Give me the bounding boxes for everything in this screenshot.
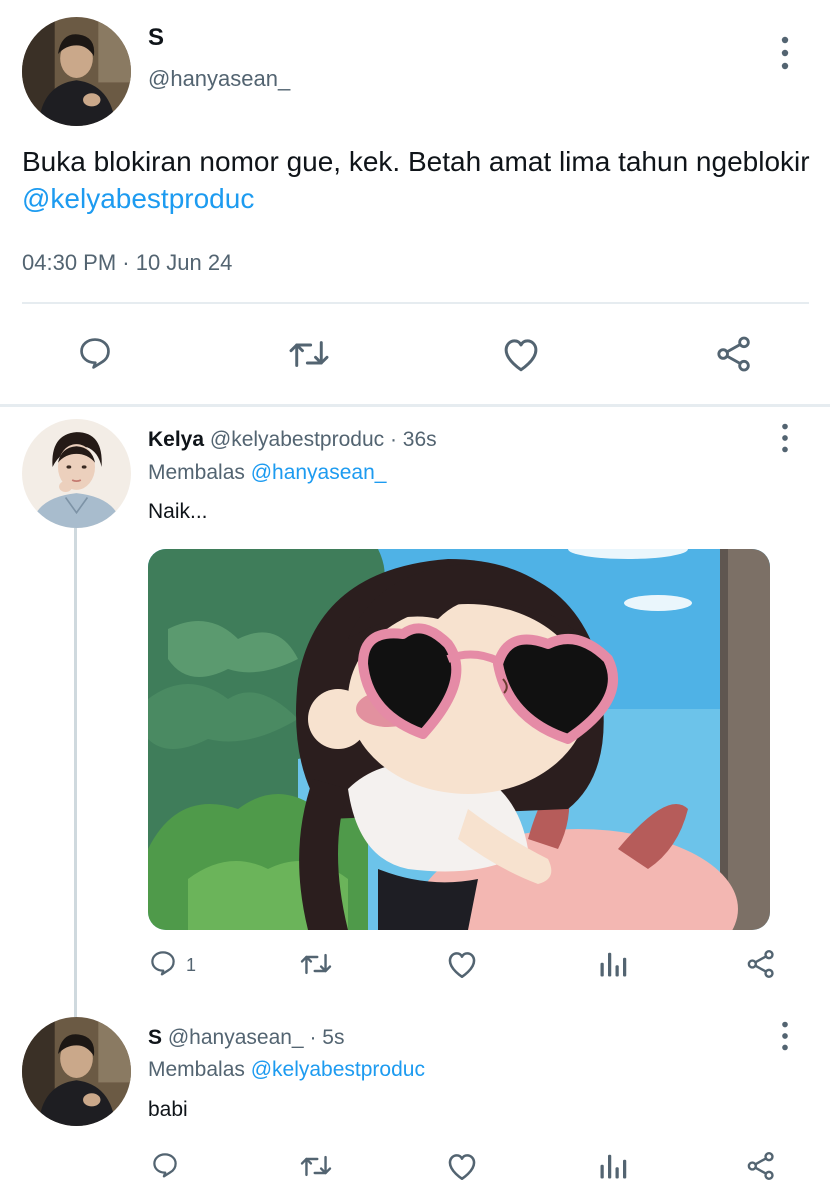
share-icon[interactable] xyxy=(714,334,754,374)
thread-connector-line xyxy=(74,527,77,1017)
reply-media-image[interactable] xyxy=(148,549,770,930)
speech-bubble-icon[interactable] xyxy=(150,1150,180,1180)
avatar-s[interactable] xyxy=(22,1017,131,1126)
main-handle[interactable]: @hanyasean_ xyxy=(148,66,290,92)
reply-display-name[interactable]: Kelya xyxy=(148,428,204,451)
reply-display-name[interactable]: S xyxy=(148,1026,162,1049)
section-divider xyxy=(0,404,830,407)
replying-mention[interactable]: @hanyasean_ xyxy=(251,461,387,484)
heart-icon[interactable] xyxy=(445,948,479,980)
retweet-icon[interactable] xyxy=(298,1152,334,1180)
bar-chart-icon[interactable] xyxy=(598,950,628,978)
main-tweet-body: Buka blokiran nomor gue, kek. Betah amat… xyxy=(22,146,810,177)
bar-chart-icon[interactable] xyxy=(598,1152,628,1180)
replying-label: Membalas xyxy=(148,461,251,484)
replying-mention[interactable]: @kelyabestproduc xyxy=(251,1058,425,1081)
main-tweet-timestamp[interactable]: 04:30 PM · 10 Jun 24 xyxy=(22,250,232,276)
main-display-name[interactable]: S xyxy=(148,24,164,52)
retweet-icon[interactable] xyxy=(287,336,331,372)
reply-handle[interactable]: @hanyasean_ xyxy=(168,1026,304,1049)
main-tweet-mention[interactable]: @kelyabestproduc xyxy=(22,183,254,214)
replying-label: Membalas xyxy=(148,1058,251,1081)
heart-icon[interactable] xyxy=(445,1150,479,1182)
divider xyxy=(22,302,809,304)
vertical-dots-icon[interactable] xyxy=(779,1021,791,1051)
reply-text: Naik... xyxy=(148,500,208,523)
reply-count: 1 xyxy=(186,955,197,975)
reply-time[interactable]: · 5s xyxy=(304,1026,344,1049)
replying-to: Membalas @kelyabestproduc xyxy=(148,1057,425,1083)
heart-icon[interactable] xyxy=(500,334,542,374)
share-icon[interactable] xyxy=(745,1150,777,1182)
main-tweet-text: Buka blokiran nomor gue, kek. Betah amat… xyxy=(22,143,812,217)
share-icon[interactable] xyxy=(745,948,777,980)
avatar-kelya[interactable] xyxy=(22,419,131,528)
replying-to: Membalas @hanyasean_ xyxy=(148,460,386,486)
retweet-icon[interactable] xyxy=(298,950,334,978)
speech-bubble-icon[interactable] xyxy=(76,334,114,372)
reply-text: babi xyxy=(148,1098,188,1121)
speech-bubble-icon[interactable] xyxy=(148,948,178,978)
reply-time[interactable]: · 36s xyxy=(384,428,437,451)
vertical-dots-icon[interactable] xyxy=(779,423,791,453)
reply-header: Kelya @kelyabestproduc · 36s xyxy=(148,427,437,453)
vertical-dots-icon[interactable] xyxy=(779,36,791,70)
avatar-s[interactable] xyxy=(22,17,131,126)
reply-handle[interactable]: @kelyabestproduc xyxy=(210,428,384,451)
reply-header: S @hanyasean_ · 5s xyxy=(148,1025,344,1051)
